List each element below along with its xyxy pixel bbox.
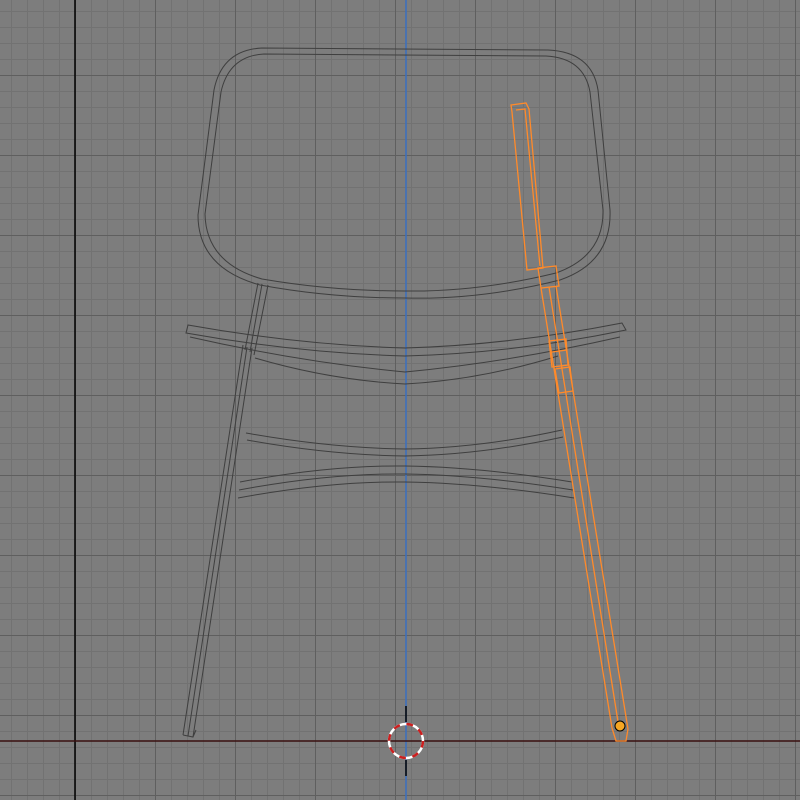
chair-backrest-outer	[197, 47, 611, 299]
chair-left-leg	[182, 344, 253, 738]
selected-leg-shaft-inner	[548, 286, 620, 729]
selected-chair-leg[interactable]	[510, 102, 629, 742]
chair-left-post	[244, 282, 269, 356]
3d-viewport[interactable]	[0, 0, 800, 800]
chair-upper-stretcher-lower	[246, 436, 564, 457]
selected-leg-shaft-right	[555, 285, 629, 730]
chair-backrest-inner	[204, 53, 604, 292]
object-origin-icon[interactable]	[614, 720, 626, 732]
selected-leg-shaft-left	[540, 287, 613, 729]
viewport-overlay	[0, 0, 800, 800]
selected-leg-joint	[537, 265, 560, 289]
